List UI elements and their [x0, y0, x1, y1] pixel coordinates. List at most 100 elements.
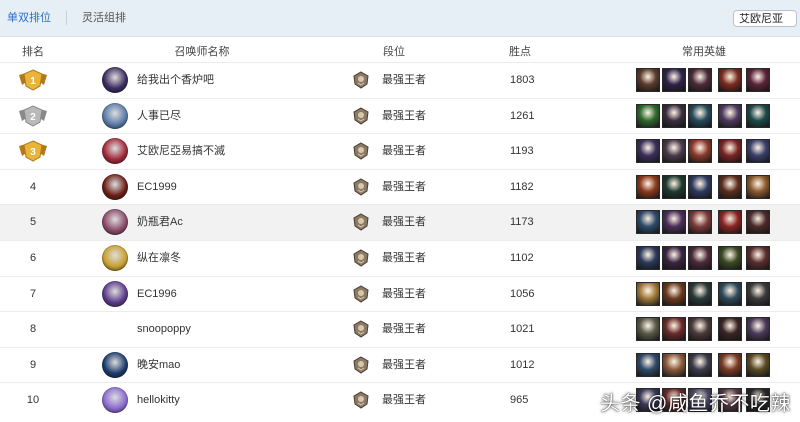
table-row[interactable]: 7 EC1996 最强王者 1056	[0, 275, 800, 312]
champion-icon[interactable]	[746, 246, 770, 270]
champion-icon[interactable]	[718, 246, 742, 270]
avatar[interactable]	[102, 173, 128, 200]
rank-number: 3	[30, 147, 36, 158]
avatar[interactable]	[102, 209, 128, 236]
summoner-name[interactable]: hellokitty	[137, 393, 180, 407]
avatar[interactable]	[102, 351, 128, 378]
champion-icon[interactable]	[636, 139, 660, 164]
champion-icon[interactable]	[746, 317, 770, 342]
tab-flex[interactable]: 灵活组排	[82, 11, 126, 25]
champion-icon[interactable]	[718, 103, 742, 128]
avatar[interactable]	[102, 245, 128, 271]
champion-icon[interactable]	[662, 103, 686, 128]
champion-icon[interactable]	[662, 352, 686, 377]
table-row[interactable]: 6 纵在凛冬 最强王者 1102	[0, 240, 800, 276]
avatar[interactable]	[102, 280, 128, 307]
champion-icon[interactable]	[746, 352, 770, 377]
table-row[interactable]: 1 给我出个香炉吧 最强王者 1803	[0, 62, 800, 98]
champion-icon[interactable]	[718, 352, 742, 377]
rank-number: 5	[29, 216, 37, 229]
server-select[interactable]: 艾欧尼亚	[733, 10, 797, 27]
champion-icon[interactable]	[688, 352, 712, 377]
champion-icon[interactable]	[662, 174, 686, 199]
champion-icon[interactable]	[662, 317, 686, 342]
column-header-points: 胜点	[509, 46, 531, 58]
champion-icon[interactable]	[688, 139, 712, 164]
champion-icon[interactable]	[688, 103, 712, 128]
champion-icon[interactable]	[636, 246, 660, 270]
champion-icon[interactable]	[688, 246, 712, 270]
rank-number: 4	[29, 180, 37, 193]
summoner-name[interactable]: snoopoppy	[137, 322, 191, 336]
league-points: 1803	[510, 74, 535, 86]
champion-icon[interactable]	[746, 103, 770, 128]
champion-icon[interactable]	[662, 139, 686, 164]
summoner-name[interactable]: 奶瓶君Ac	[137, 215, 183, 229]
table-row[interactable]: 3 艾欧尼亞易搞不滅 最强王者 1193	[0, 133, 800, 169]
champion-icon[interactable]	[636, 103, 660, 128]
league-points: 1173	[510, 216, 534, 229]
tier-label: 最强王者	[382, 358, 426, 371]
table-row[interactable]: 8 snoopoppy 最强王者 1021	[0, 311, 800, 347]
challenger-crest-icon	[353, 213, 369, 231]
summoner-name[interactable]: 给我出个香炉吧	[137, 73, 214, 87]
tier-label: 最强王者	[382, 180, 426, 193]
summoner-name[interactable]: 人事已尽	[137, 109, 181, 123]
champion-icon[interactable]	[662, 68, 686, 92]
champion-icon[interactable]	[718, 174, 742, 199]
column-header-heroes: 常用英雄	[682, 46, 726, 58]
champion-icon[interactable]	[688, 317, 712, 342]
champion-icon[interactable]	[718, 139, 742, 164]
champion-icon[interactable]	[636, 174, 660, 199]
avatar[interactable]	[102, 387, 128, 414]
champion-icon[interactable]	[746, 139, 770, 164]
challenger-crest-icon	[353, 320, 369, 338]
challenger-crest-icon	[353, 391, 369, 409]
tab-solo-duo[interactable]: 单双排位	[7, 11, 51, 25]
summoner-name[interactable]: EC1996	[137, 287, 177, 301]
league-points: 1102	[510, 252, 534, 264]
table-row[interactable]: 9 晚安mao 最强王者 1012	[0, 346, 800, 383]
champion-icon[interactable]	[662, 246, 686, 270]
league-points: 965	[510, 394, 529, 407]
rank-medal-icon: 2	[18, 105, 48, 127]
summoner-name[interactable]: 艾欧尼亞易搞不滅	[137, 144, 225, 158]
champion-icon[interactable]	[688, 68, 712, 92]
champion-icon[interactable]	[662, 210, 686, 235]
champion-icon[interactable]	[688, 174, 712, 199]
column-header-summoner: 召唤师名称	[174, 46, 230, 58]
summoner-name[interactable]: 纵在凛冬	[137, 251, 181, 265]
champion-icon[interactable]	[636, 210, 660, 235]
column-header-tier: 段位	[383, 46, 405, 58]
tier-label: 最强王者	[382, 252, 426, 264]
table-row[interactable]: 5 奶瓶君Ac 最强王者 1173	[0, 204, 800, 241]
tab-divider	[66, 11, 67, 25]
champion-icon[interactable]	[746, 68, 770, 92]
champion-icon[interactable]	[718, 68, 742, 92]
top-bar: 单双排位 灵活组排 艾欧尼亚	[0, 0, 800, 37]
champion-icon[interactable]	[662, 281, 686, 306]
summoner-name[interactable]: 晚安mao	[137, 358, 180, 372]
champion-icon[interactable]	[746, 281, 770, 306]
rank-number: 7	[29, 287, 37, 300]
avatar[interactable]	[102, 67, 128, 93]
challenger-crest-icon	[353, 285, 369, 303]
champion-icon[interactable]	[636, 281, 660, 306]
champion-icon[interactable]	[718, 281, 742, 306]
champion-icon[interactable]	[636, 317, 660, 342]
champion-icon[interactable]	[636, 352, 660, 377]
champion-icon[interactable]	[688, 281, 712, 306]
champion-icon[interactable]	[688, 210, 712, 235]
rank-medal-icon: 1	[18, 69, 48, 91]
champion-icon[interactable]	[746, 174, 770, 199]
summoner-name[interactable]: EC1999	[137, 180, 177, 194]
champion-icon[interactable]	[718, 210, 742, 235]
table-row[interactable]: 4 EC1999 最强王者 1182	[0, 168, 800, 205]
tier-label: 最强王者	[382, 109, 426, 122]
champion-icon[interactable]	[718, 317, 742, 342]
champion-icon[interactable]	[746, 210, 770, 235]
champion-icon[interactable]	[636, 68, 660, 92]
avatar[interactable]	[102, 138, 128, 165]
avatar[interactable]	[102, 102, 128, 129]
table-row[interactable]: 2 人事已尽 最强王者 1261	[0, 97, 800, 134]
